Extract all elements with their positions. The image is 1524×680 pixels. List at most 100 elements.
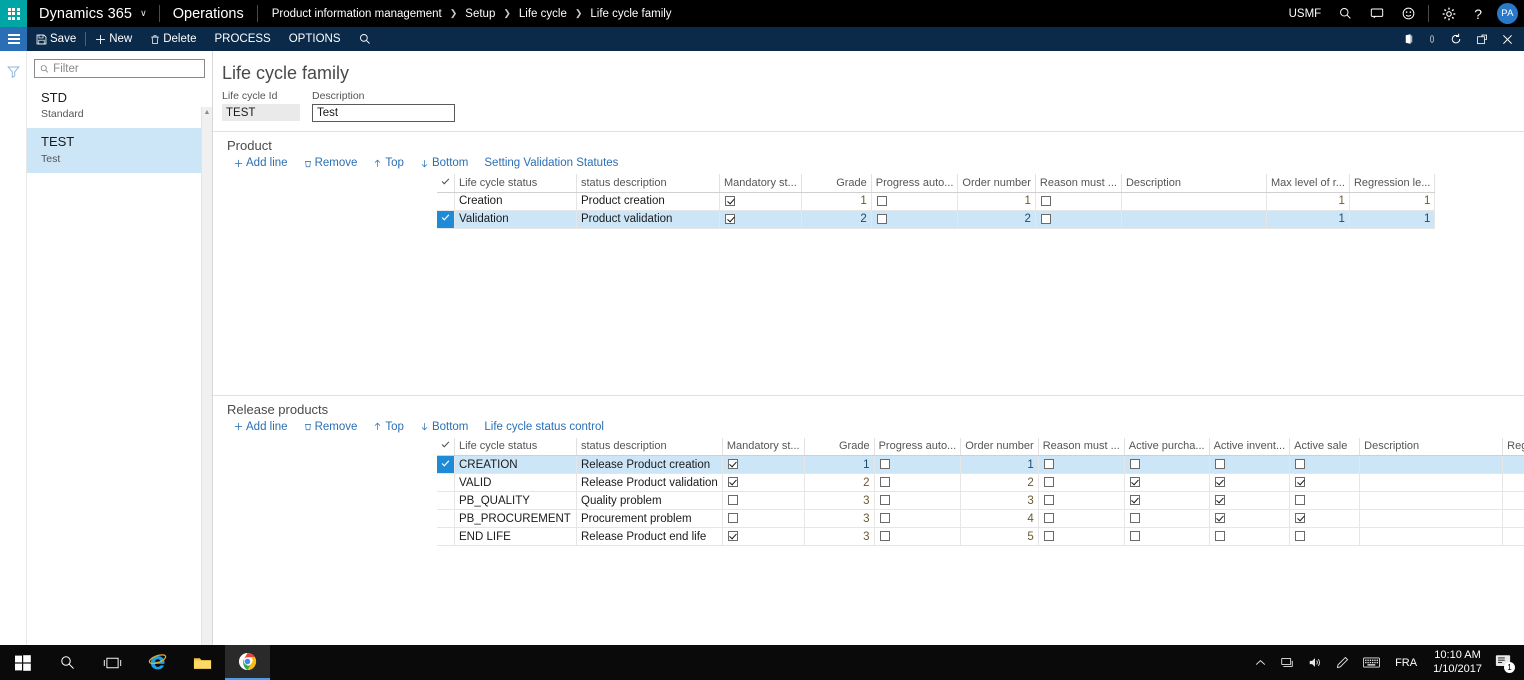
release-checkbox-cell[interactable] [1124,455,1210,474]
release-checkbox-cell[interactable] [1038,527,1125,546]
filter-input[interactable] [53,62,199,75]
release-checkbox-cell[interactable] [874,527,962,546]
product-cell[interactable]: 1 [1266,210,1350,229]
company-selector[interactable]: USMF [1280,0,1331,27]
release-cell[interactable]: CREATION [454,455,577,474]
pen-icon[interactable] [1329,656,1356,669]
command-search-icon[interactable] [350,27,380,51]
release-column-header[interactable]: Mandatory st... [722,437,805,456]
volume-icon[interactable] [1301,656,1329,669]
product-checkbox-cell[interactable] [1035,192,1122,211]
breadcrumb-item-3[interactable]: Life cycle family [590,8,671,20]
checkbox-checked-icon[interactable] [1295,513,1306,524]
row-select-cell[interactable] [437,491,455,510]
product-cell[interactable]: 1 [957,192,1036,211]
checkbox-unchecked-icon[interactable] [727,513,738,524]
checkbox-checked-icon[interactable] [1214,477,1225,488]
product-cell[interactable] [1121,192,1267,211]
release-cell[interactable] [1359,491,1504,510]
checkbox-checked-icon[interactable] [725,213,735,224]
product-column-header[interactable]: Regression le... [1349,174,1436,193]
row-select-cell[interactable] [437,473,455,492]
show-hidden-icons[interactable] [1248,659,1273,667]
release-cell[interactable]: 1 [804,455,875,474]
checkbox-unchecked-icon[interactable] [1043,531,1054,542]
row-select-cell[interactable] [437,455,455,474]
table-row[interactable]: Validation Product validation 2 2 1 1 [437,210,1436,229]
product-cell[interactable]: 2 [801,210,872,229]
remove-button[interactable]: Remove [297,421,365,433]
release-cell[interactable]: 2 [1502,509,1524,528]
table-row[interactable]: CREATIONRelease Product creation1111 [437,455,1524,474]
add-line-button[interactable]: Add line [227,157,295,169]
release-checkbox-cell[interactable] [1124,473,1210,492]
checkbox-unchecked-icon[interactable] [879,495,890,506]
checkbox-unchecked-icon[interactable] [727,495,738,506]
checkbox-unchecked-icon[interactable] [879,477,890,488]
product-cell[interactable]: 1 [1349,210,1436,229]
product-cell[interactable]: Creation [454,192,577,211]
table-row[interactable]: END LIFERelease Product end life3555 [437,527,1524,546]
product-column-header[interactable]: Description [1121,174,1267,193]
life-cycle-status-control-link[interactable]: Life cycle status control [477,421,611,433]
release-cell[interactable] [1359,509,1504,528]
release-column-header[interactable]: Active invent... [1209,437,1291,456]
move-bottom-button[interactable]: Bottom [413,157,475,169]
release-cell[interactable]: 3 [804,527,875,546]
checkbox-unchecked-icon[interactable] [879,513,890,524]
checkbox-checked-icon[interactable] [727,477,738,488]
table-row[interactable]: PB_QUALITYQuality problem3322 [437,491,1524,510]
breadcrumb-item-0[interactable]: Product information management [272,8,442,20]
release-cell[interactable]: 5 [1502,527,1524,546]
sidebar-scrollbar[interactable]: ▲ ▼ [201,107,212,680]
release-column-header[interactable]: Description [1359,437,1504,456]
move-top-button[interactable]: Top [366,157,411,169]
new-button[interactable]: New [86,27,141,51]
keyboard-icon[interactable] [1356,657,1387,668]
release-checkbox-cell[interactable] [1289,473,1361,492]
checkbox-unchecked-icon[interactable] [1295,531,1306,542]
attachment-icon[interactable] [1421,33,1443,45]
checkbox-checked-icon[interactable] [1214,513,1225,524]
list-item[interactable]: TEST Test [27,128,212,173]
product-cell[interactable]: Product validation [576,210,720,229]
release-checkbox-cell[interactable] [722,491,805,510]
product-cell[interactable]: 1 [1349,192,1436,211]
product-cell[interactable] [1121,210,1267,229]
release-column-header[interactable]: Active sale [1289,437,1361,456]
release-column-header[interactable]: Progress auto... [874,437,962,456]
product-cell[interactable]: Product creation [576,192,720,211]
release-cell[interactable]: 3 [804,509,875,528]
release-column-header[interactable]: Life cycle status [454,437,577,456]
network-icon[interactable] [1273,656,1301,669]
product-cell[interactable]: 1 [801,192,872,211]
product-column-header[interactable]: Grade [801,174,872,193]
release-column-header[interactable]: Reason must ... [1038,437,1125,456]
select-all-checkmark-icon[interactable] [437,174,455,193]
table-row[interactable]: Creation Product creation 1 1 1 1 [437,192,1436,211]
checkbox-unchecked-icon[interactable] [1129,459,1140,470]
release-cell[interactable]: 3 [804,491,875,510]
checkbox-checked-icon[interactable] [727,531,738,542]
release-checkbox-cell[interactable] [722,455,805,474]
release-checkbox-cell[interactable] [874,491,962,510]
release-cell[interactable]: VALID [454,473,577,492]
checkbox-unchecked-icon[interactable] [1129,531,1140,542]
task-view-icon[interactable] [90,645,135,680]
filter-funnel-icon[interactable] [6,65,20,81]
release-column-header[interactable]: status description [576,437,723,456]
checkbox-unchecked-icon[interactable] [879,459,890,470]
release-column-header[interactable]: Active purcha... [1124,437,1210,456]
product-checkbox-cell[interactable] [871,192,959,211]
release-checkbox-cell[interactable] [1289,455,1361,474]
options-menu[interactable]: OPTIONS [280,27,350,51]
release-checkbox-cell[interactable] [722,509,805,528]
checkbox-unchecked-icon[interactable] [876,213,887,224]
product-column-header[interactable]: Reason must ... [1035,174,1122,193]
release-cell[interactable]: 1 [960,455,1039,474]
checkbox-unchecked-icon[interactable] [1129,513,1140,524]
release-cell[interactable]: PB_PROCUREMENT [454,509,577,528]
setting-validation-statutes-link[interactable]: Setting Validation Statutes [477,157,625,169]
release-column-header[interactable]: Grade [804,437,875,456]
release-checkbox-cell[interactable] [1289,491,1361,510]
